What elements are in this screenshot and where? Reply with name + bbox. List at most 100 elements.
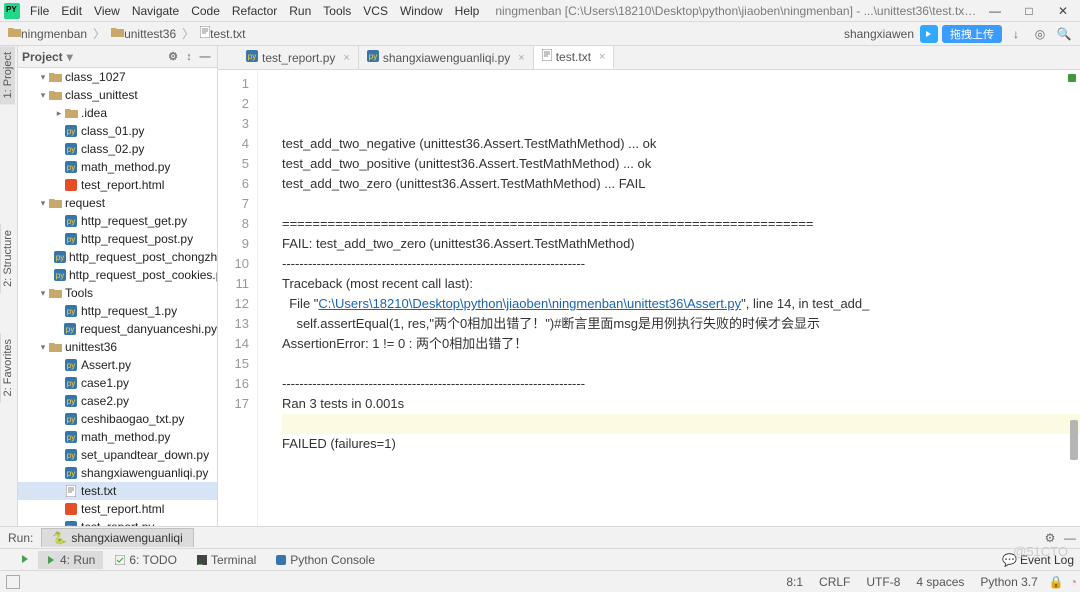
tree-node[interactable]: ▾class_unittest — [18, 86, 217, 104]
tree-twisty-icon[interactable]: ▾ — [38, 198, 48, 209]
code-line[interactable] — [282, 454, 1080, 474]
tree-node[interactable]: pyhttp_request_1.py — [18, 302, 217, 320]
breadcrumb-item[interactable]: ningmenban — [4, 27, 91, 41]
status-square-icon[interactable] — [6, 575, 20, 589]
menu-file[interactable]: File — [24, 1, 55, 21]
tree-node[interactable]: pyhttp_request_post_chongzhi.py — [18, 248, 217, 266]
locate-icon[interactable]: ◎ — [1030, 24, 1050, 44]
run-config-selector[interactable]: shangxiawen — [844, 27, 916, 41]
line-separator[interactable]: CRLF — [811, 575, 858, 589]
menu-tools[interactable]: Tools — [317, 1, 357, 21]
tree-node[interactable]: ▾Tools — [18, 284, 217, 302]
bottom-tab-pythonconsole[interactable]: Python Console — [268, 551, 383, 569]
tree-twisty-icon[interactable]: ▾ — [38, 72, 48, 83]
code-line[interactable]: FAIL: test_add_two_zero (unittest36.Asse… — [282, 234, 1080, 254]
build-icon[interactable] — [920, 25, 938, 43]
code-line[interactable]: AssertionError: 1 != 0 : 两个0相加出错了！ — [282, 334, 1080, 354]
tool-settings-icon[interactable]: ⚙ — [1040, 528, 1060, 548]
code-line[interactable]: Traceback (most recent call last): — [282, 274, 1080, 294]
menu-code[interactable]: Code — [185, 1, 226, 21]
scrollbar-thumb[interactable] — [1070, 420, 1078, 460]
bottom-tab-run[interactable]: 4: Run — [38, 551, 103, 569]
structure-tool-tab[interactable]: 2: Structure — [0, 224, 15, 293]
tree-node[interactable]: ▾class_1027 — [18, 68, 217, 86]
code-line[interactable]: Ran 3 tests in 0.001s — [282, 394, 1080, 414]
code-line[interactable]: self.assertEqual(1, res,"两个0相加出错了！")#断言里… — [282, 314, 1080, 334]
editor-tab[interactable]: pytest_report.py× — [238, 46, 359, 69]
code-body[interactable]: test_add_two_negative (unittest36.Assert… — [258, 70, 1080, 526]
tree-node[interactable]: ▸.idea — [18, 104, 217, 122]
tree-node[interactable]: pyclass_01.py — [18, 122, 217, 140]
maximize-button[interactable]: □ — [1012, 0, 1046, 22]
run-arrow-icon[interactable] — [20, 553, 34, 567]
tree-node[interactable]: ▾request — [18, 194, 217, 212]
tree-node[interactable]: ▾unittest36 — [18, 338, 217, 356]
menu-run[interactable]: Run — [283, 1, 317, 21]
inspector-icon[interactable]: ◔ — [1067, 575, 1080, 589]
menu-navigate[interactable]: Navigate — [126, 1, 185, 21]
tree-node[interactable]: pyrequest_danyuanceshi.py — [18, 320, 217, 338]
hide-icon[interactable]: — — [197, 51, 213, 63]
tree-node[interactable]: test_report.html — [18, 176, 217, 194]
breadcrumb-item[interactable]: unittest36 — [107, 27, 180, 41]
menu-vcs[interactable]: VCS — [357, 1, 394, 21]
code-line[interactable]: ----------------------------------------… — [282, 254, 1080, 274]
editor-tab[interactable]: test.txt× — [534, 46, 615, 69]
breadcrumb-item[interactable]: test.txt — [196, 26, 249, 41]
favorites-tool-tab[interactable]: 2: Favorites — [0, 333, 15, 402]
code-line[interactable]: ========================================… — [282, 214, 1080, 234]
close-tab-icon[interactable]: × — [514, 52, 524, 64]
tree-node[interactable]: pycase2.py — [18, 392, 217, 410]
tree-node[interactable]: pyhttp_request_get.py — [18, 212, 217, 230]
interpreter-info[interactable]: Python 3.7 — [972, 575, 1045, 589]
close-button[interactable]: ✕ — [1046, 0, 1080, 22]
tree-node[interactable]: pymath_method.py — [18, 428, 217, 446]
upload-button[interactable]: 拖拽上传 — [942, 25, 1002, 43]
tree-node[interactable]: pyhttp_request_post_cookies.py — [18, 266, 217, 284]
close-tab-icon[interactable]: × — [595, 51, 605, 63]
menu-view[interactable]: View — [88, 1, 126, 21]
tree-twisty-icon[interactable]: ▾ — [38, 342, 48, 353]
collapse-icon[interactable]: ↕ — [181, 51, 197, 63]
bottom-tab-terminal[interactable]: _Terminal — [189, 551, 264, 569]
lock-icon[interactable]: 🔒 — [1046, 575, 1067, 589]
tree-node[interactable]: pyceshibaogao_txt.py — [18, 410, 217, 428]
vcs-update-icon[interactable]: ↓ — [1006, 24, 1026, 44]
code-line[interactable]: ----------------------------------------… — [282, 374, 1080, 394]
bottom-tab-todo[interactable]: 6: TODO — [107, 551, 185, 569]
minimize-button[interactable]: — — [978, 0, 1012, 22]
run-config-tab[interactable]: 🐍 shangxiawenguanliqi — [41, 528, 193, 547]
tree-node[interactable]: pyclass_02.py — [18, 140, 217, 158]
tree-node[interactable]: test.txt — [18, 482, 217, 500]
project-tree[interactable]: ▾class_1027▾class_unittest▸.ideapyclass_… — [18, 68, 217, 526]
menu-edit[interactable]: Edit — [55, 1, 88, 21]
tree-node[interactable]: pyshangxiawenguanliqi.py — [18, 464, 217, 482]
tree-node[interactable]: test_report.html — [18, 500, 217, 518]
tree-twisty-icon[interactable]: ▾ — [38, 288, 48, 299]
code-line[interactable] — [282, 194, 1080, 214]
tree-node[interactable]: pymath_method.py — [18, 158, 217, 176]
caret-position[interactable]: 8:1 — [778, 575, 811, 589]
code-line[interactable]: FAILED (failures=1) — [282, 434, 1080, 454]
code-line[interactable]: test_add_two_zero (unittest36.Assert.Tes… — [282, 174, 1080, 194]
event-log-button[interactable]: 💬 Event Log — [1002, 553, 1080, 567]
close-tab-icon[interactable]: × — [339, 52, 349, 64]
tree-node[interactable]: pyhttp_request_post.py — [18, 230, 217, 248]
code-line[interactable]: test_add_two_positive (unittest36.Assert… — [282, 154, 1080, 174]
editor-tab[interactable]: pyshangxiawenguanliqi.py× — [359, 46, 534, 69]
tool-hide-icon[interactable]: — — [1060, 528, 1080, 548]
project-tool-tab[interactable]: 1: Project — [0, 46, 15, 104]
code-line[interactable]: test_add_two_negative (unittest36.Assert… — [282, 134, 1080, 154]
indent-info[interactable]: 4 spaces — [908, 575, 972, 589]
inspection-indicator-icon[interactable] — [1068, 74, 1076, 82]
menu-window[interactable]: Window — [394, 1, 449, 21]
code-line[interactable]: File "C:\Users\18210\Desktop\python\jiao… — [282, 294, 1080, 314]
tree-node[interactable]: pyset_upandtear_down.py — [18, 446, 217, 464]
tree-node[interactable]: pycase1.py — [18, 374, 217, 392]
menu-refactor[interactable]: Refactor — [226, 1, 283, 21]
tree-node[interactable]: pyAssert.py — [18, 356, 217, 374]
code-line[interactable] — [282, 354, 1080, 374]
code-editor[interactable]: 1234567891011121314151617 test_add_two_n… — [218, 70, 1080, 526]
gear-icon[interactable]: ⚙ — [165, 50, 181, 63]
tree-twisty-icon[interactable]: ▸ — [54, 108, 64, 119]
